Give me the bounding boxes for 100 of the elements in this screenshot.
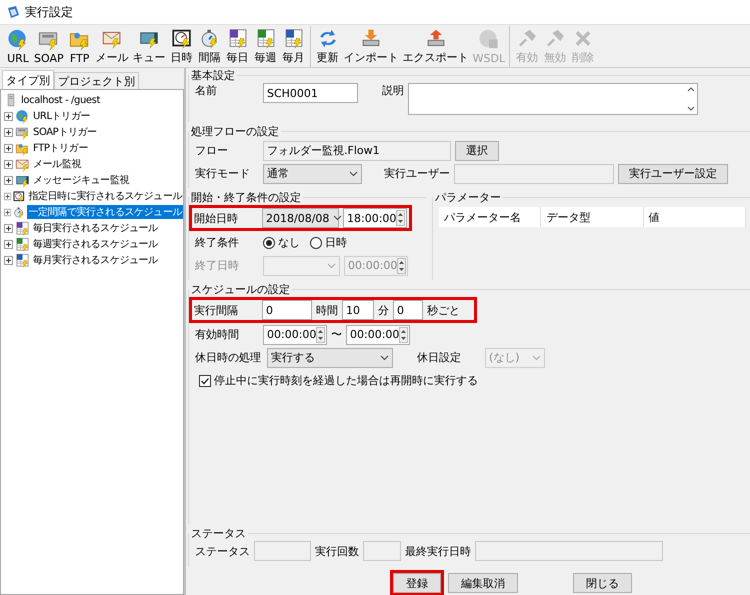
field-label: 実行モード [195,166,251,181]
expand-icon[interactable] [4,112,13,120]
calendar-icon [15,252,30,268]
field-label: 名前 [195,83,218,98]
calendar-icon [15,220,30,236]
tree-item[interactable]: メール監視 [32,157,82,171]
expand-icon[interactable] [4,128,13,136]
dialog-button[interactable]: 登録 [393,573,441,593]
section-title: 基本設定 [190,68,236,83]
time-field[interactable]: 00:00:00 [263,324,327,344]
field-label: 開始日時 [194,210,239,226]
section-title: スケジュールの設定 [190,282,291,297]
toolbar-button[interactable]: 毎週 [252,26,280,67]
tree-item[interactable]: FTPトリガー [32,141,89,155]
toolbar-button[interactable]: URL [4,26,32,67]
select-value: 実行する [271,350,315,365]
column-header[interactable]: パラメーター名 [439,207,542,227]
toolbar-button[interactable]: 更新 [314,26,342,67]
field-label: フロー [195,143,229,158]
tree-item[interactable]: 指定日時に実行されるスケジュール [27,189,183,203]
flow-field[interactable]: フォルダー監視.Flow1 [263,140,451,160]
clock-icon [13,188,26,204]
tree-item[interactable]: メッセージキュー監視 [32,173,130,187]
spinner-icon[interactable] [316,326,326,342]
tree-item[interactable]: SOAPトリガー [32,125,98,139]
field-label: 休日設定 [417,350,462,365]
field-label: 終了日時 [195,258,240,273]
expand-icon[interactable] [4,208,12,216]
mode-select[interactable]: 通常 [263,164,362,184]
expand-icon[interactable] [4,192,12,200]
toolbar-button[interactable]: 毎日 [224,26,252,67]
toolbar-button[interactable]: 日時 [168,26,196,67]
tree-item[interactable]: 毎週実行されるスケジュール [32,237,159,251]
spinner-icon[interactable] [397,258,406,274]
toolbar-button[interactable]: キュー [130,26,168,67]
expand-icon[interactable] [4,176,13,184]
toolbar-button[interactable]: SOAP [32,26,66,67]
tree-item[interactable]: URLトリガー [32,109,92,123]
toolbar-button[interactable]: メール [94,26,131,67]
seconds-field[interactable]: 0 [393,300,423,320]
time-field[interactable]: 18:00:00 [343,208,407,228]
tree-item[interactable]: localhost - /guest [20,94,101,106]
caret-icon [327,262,336,268]
caret-icon [349,170,358,176]
toolbar-button[interactable]: FTP [66,26,94,67]
minutes-field[interactable]: 10 [342,300,374,320]
section-title: 処理フローの設定 [190,124,280,139]
dialog-button[interactable]: 閉じる [573,573,632,593]
stopwatch-icon [13,204,26,220]
spinner-icon[interactable] [396,210,406,226]
user-settings-button[interactable]: 実行ユーザー設定 [618,164,728,184]
toolbar-button[interactable]: 毎月 [280,26,308,67]
field-label: 休日時の処理 [195,350,262,365]
toolbar-button[interactable]: インポート [342,26,401,67]
radio-icon[interactable] [263,236,275,248]
tab[interactable]: プロジェクト別 [54,72,139,89]
dialog-button[interactable]: 編集取消 [448,573,518,593]
user-field[interactable] [454,164,614,184]
expand-icon[interactable] [4,240,13,248]
section-title: パラメーター [434,190,502,205]
date-select[interactable]: 2018/08/08 [262,208,339,228]
select-button[interactable]: 選択 [455,140,499,160]
app-icon [6,5,20,19]
field-label: 説明 [382,83,404,98]
expand-icon[interactable] [4,144,13,152]
spinner-icon[interactable] [399,326,408,342]
field-label: 最終実行日時 [405,544,471,558]
caret-icon [333,215,342,221]
expand-icon[interactable] [4,224,13,232]
holiday-select[interactable]: 実行する [267,348,393,368]
tree-item[interactable]: 毎月実行されるスケジュール [32,253,159,267]
description-field[interactable] [408,83,698,115]
unit-label: 秒ごと [427,302,460,318]
hours-field[interactable]: 0 [262,300,312,320]
section-title: ステータス [190,526,247,541]
radio-icon[interactable] [310,236,322,248]
time-field[interactable]: 00:00:00 [346,324,410,344]
select-value: 通常 [267,166,289,181]
expand-icon[interactable] [4,160,13,168]
tree-item[interactable]: 一定間隔で実行されるスケジュール [27,205,183,219]
range-separator: 〜 [331,327,342,342]
toolbar-button[interactable]: 間隔 [196,26,224,67]
expand-icon[interactable] [4,256,13,264]
radio-option[interactable]: なし [263,235,300,250]
field-label: 実行間隔 [194,302,239,318]
tree-item[interactable]: 毎日実行されるスケジュール [32,221,159,235]
column-header[interactable]: 値 [644,207,746,227]
toolbar-button[interactable]: エクスポート [400,26,471,67]
unit-label: 分 [378,302,389,318]
status-field [254,541,311,561]
radio-option[interactable]: 日時 [310,235,347,250]
column-header[interactable]: データ型 [541,207,644,227]
caret-icon [532,354,541,360]
checkbox-option[interactable]: 停止中に実行時刻を経過した場合は再開時に実行する [199,373,478,388]
tab[interactable]: タイプ別 [2,70,54,89]
name-field[interactable]: SCH0001 [263,83,358,103]
field-label: 終了条件 [195,235,240,250]
checkbox-icon[interactable] [199,374,211,386]
clock-icon [170,28,194,49]
unit-label: 時間 [316,302,338,318]
